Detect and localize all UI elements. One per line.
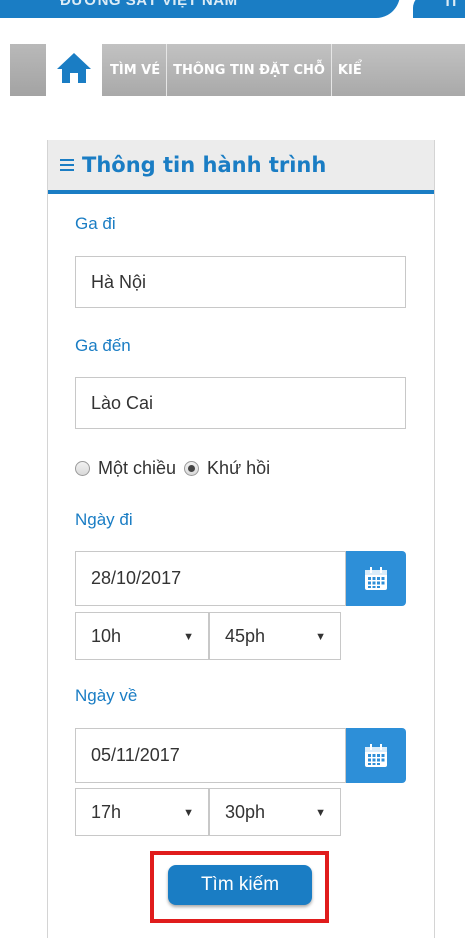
calendar-icon <box>365 566 387 590</box>
main-nav: TÌM VÉ THÔNG TIN ĐẶT CHỖ KIỂ <box>0 38 465 98</box>
search-button[interactable]: Tìm kiếm <box>168 865 312 905</box>
site-name: ĐƯỜNG SẮT VIỆT NAM <box>60 0 238 9</box>
departure-minute-select[interactable]: 45ph ▼ <box>209 612 341 660</box>
departure-hour-select[interactable]: 10h ▼ <box>75 612 209 660</box>
departure-hour-value: 10h <box>91 625 122 646</box>
panel-title: Thông tin hành trình <box>82 153 327 177</box>
banner-right-tab[interactable] <box>413 0 465 18</box>
return-minute-select[interactable]: 30ph ▼ <box>209 788 341 836</box>
banner-right-tab-label: TI <box>443 0 457 10</box>
arrival-station-label: Ga đến <box>75 336 131 355</box>
return-minute-value: 30ph <box>225 801 266 822</box>
caret-down-icon: ▼ <box>315 807 326 820</box>
top-banner: ĐƯỜNG SẮT VIỆT NAM TI <box>0 0 465 22</box>
trip-type-group: Một chiều Khứ hồi <box>75 458 278 479</box>
departure-calendar-button[interactable] <box>346 551 406 606</box>
nav-menu: TÌM VÉ THÔNG TIN ĐẶT CHỖ KIỂ <box>102 44 465 96</box>
home-icon <box>57 53 91 83</box>
nav-home-button[interactable] <box>46 38 102 98</box>
caret-down-icon: ▼ <box>183 631 194 644</box>
panel-header: Thông tin hành trình <box>48 140 434 194</box>
departure-station-label: Ga đi <box>75 214 116 233</box>
nav-item-tim-ve[interactable]: TÌM VÉ <box>102 44 168 96</box>
return-date-input[interactable]: 05/11/2017 <box>75 728 346 783</box>
departure-minute-value: 45ph <box>225 625 266 646</box>
round-trip-label[interactable]: Khứ hồi <box>207 458 270 479</box>
round-trip-radio[interactable] <box>184 461 200 476</box>
return-hour-select[interactable]: 17h ▼ <box>75 788 209 836</box>
one-way-label[interactable]: Một chiều <box>98 458 176 479</box>
menu-icon <box>60 158 74 172</box>
caret-down-icon: ▼ <box>315 631 326 644</box>
departure-date-input[interactable]: 28/10/2017 <box>75 551 346 606</box>
departure-station-input[interactable]: Hà Nội <box>75 256 406 308</box>
caret-down-icon: ▼ <box>183 807 194 820</box>
nav-left-edge <box>10 44 46 96</box>
nav-item-kiem-tra[interactable]: KIỂ <box>332 44 368 96</box>
one-way-radio[interactable] <box>75 461 90 476</box>
return-hour-value: 17h <box>91 801 122 822</box>
return-date-label: Ngày về <box>75 686 138 705</box>
calendar-icon <box>365 743 387 767</box>
return-calendar-button[interactable] <box>346 728 406 783</box>
arrival-station-input[interactable]: Lào Cai <box>75 377 406 429</box>
nav-item-thong-tin-dat-cho[interactable]: THÔNG TIN ĐẶT CHỖ <box>167 44 332 96</box>
departure-date-label: Ngày đi <box>75 510 133 529</box>
